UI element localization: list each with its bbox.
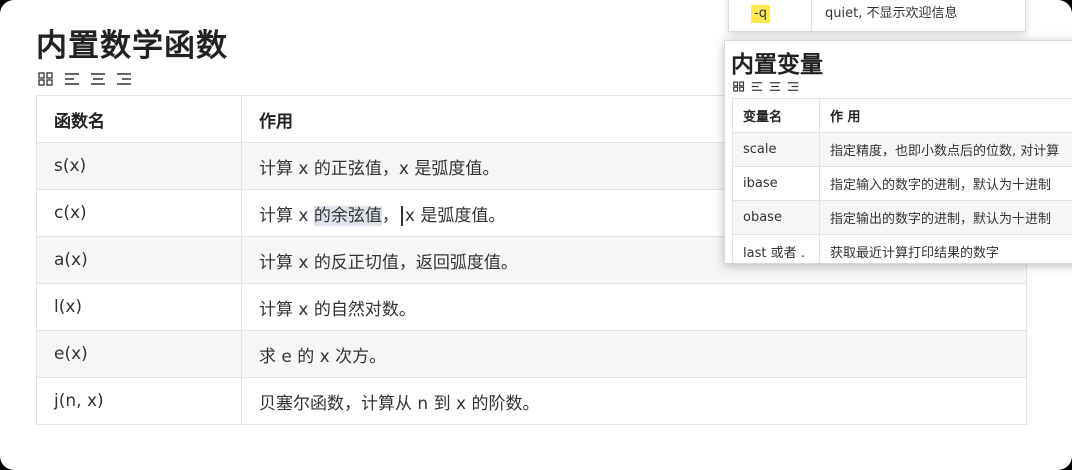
desc-text: 计算 x — [259, 205, 314, 226]
page-title: 内置数学函数 — [36, 28, 228, 64]
align-left-icon[interactable] — [751, 81, 763, 92]
header-function-name: 函数名 — [36, 95, 242, 143]
document-page: 内置数学函数 函数名 作用 s(x) 计算 x 的正弦值，x 是弧度值。 c(x… — [0, 0, 1072, 470]
var-desc-cell: 指定输入的数字的进制，默认为十进制 — [819, 166, 1072, 201]
function-desc-cell: 计算 x 的自然对数。 — [241, 283, 1027, 331]
text-cursor — [400, 205, 403, 226]
grid-icon[interactable] — [38, 72, 54, 86]
table-row: e(x) 求 e 的 x 次方。 — [36, 330, 1027, 378]
align-center-icon[interactable] — [769, 81, 781, 92]
var-name-cell: last 或者 . — [732, 234, 820, 263]
header-var-name: 变量名 — [732, 98, 820, 133]
align-right-icon[interactable] — [787, 81, 799, 92]
function-name-cell: j(n, x) — [36, 377, 242, 425]
selected-text: 的余弦值 — [313, 205, 382, 226]
table-row: l(x) 计算 x 的自然对数。 — [36, 283, 1027, 331]
var-desc-cell: 获取最近计算打印结果的数字 — [819, 234, 1072, 263]
table-header-row: 变量名 作 用 — [732, 98, 1072, 133]
var-desc-cell: 指定输出的数字的进制，默认为十进制 — [819, 200, 1072, 235]
builtin-vars-table: 变量名 作 用 scale 指定精度，也即小数点后的位数, 对计算 ibase … — [732, 98, 1072, 263]
align-center-icon[interactable] — [90, 72, 106, 86]
vars-title: 内置变量 — [731, 52, 823, 78]
function-name-cell: e(x) — [36, 330, 242, 378]
function-name-cell: l(x) — [36, 283, 242, 331]
function-desc-cell: 贝塞尔函数，计算从 n 到 x 的阶数。 — [241, 377, 1027, 425]
function-name-cell: s(x) — [36, 142, 242, 190]
function-desc-cell: 求 e 的 x 次方。 — [241, 330, 1027, 378]
option-flag: -q — [751, 5, 770, 23]
desc-text: ， — [381, 205, 399, 226]
options-popup: -q quiet, 不显示欢迎信息 — [728, 0, 1026, 32]
var-desc-cell: 指定精度，也即小数点后的位数, 对计算 — [819, 132, 1072, 167]
table-toolbar — [38, 72, 132, 86]
function-name-cell: c(x) — [36, 189, 242, 237]
function-name-cell: a(x) — [36, 236, 242, 284]
table-row: scale 指定精度，也即小数点后的位数, 对计算 — [732, 132, 1072, 167]
var-name-cell: scale — [732, 132, 820, 167]
option-desc: quiet, 不显示欢迎信息 — [825, 6, 958, 21]
table-row: obase 指定输出的数字的进制，默认为十进制 — [732, 200, 1072, 235]
builtin-vars-popup: 内置变量 变量名 作 用 scale 指定精度，也即小数点后的位数, 对计算 i… — [724, 40, 1072, 264]
table-row: ibase 指定输入的数字的进制，默认为十进制 — [732, 166, 1072, 201]
var-name-cell: ibase — [732, 166, 820, 201]
grid-icon[interactable] — [733, 81, 745, 92]
table-row: last 或者 . 获取最近计算打印结果的数字 — [732, 234, 1072, 263]
vars-toolbar — [733, 81, 799, 92]
align-right-icon[interactable] — [116, 72, 132, 86]
var-name-cell: obase — [732, 200, 820, 235]
header-var-purpose: 作 用 — [819, 98, 1072, 133]
option-flag-cell: -q — [729, 0, 812, 31]
desc-text: x 是弧度值。 — [404, 205, 506, 226]
align-left-icon[interactable] — [64, 72, 80, 86]
table-row: j(n, x) 贝塞尔函数，计算从 n 到 x 的阶数。 — [36, 377, 1027, 425]
